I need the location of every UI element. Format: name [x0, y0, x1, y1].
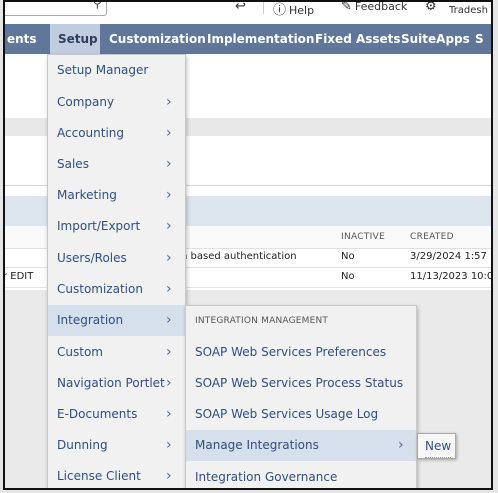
table-cell-name[interactable]: n based authentication: [181, 251, 297, 262]
menu-item-soap-preferences[interactable]: SOAP Web Services Preferences: [186, 337, 416, 368]
table-cell-inactive: No: [341, 271, 355, 282]
menu-item-label: Setup Manager: [57, 63, 149, 77]
global-search-input[interactable]: ⚲: [5, 0, 107, 16]
account-switcher[interactable]: ⚙: [425, 0, 440, 14]
menu-item-label: Accounting: [57, 126, 125, 140]
chevron-right-icon: ›: [166, 218, 172, 234]
menu-item-new[interactable]: New: [417, 433, 456, 459]
menu-item-license-client[interactable]: License Client ›: [48, 461, 185, 488]
nav-item-implementation[interactable]: Implementation: [199, 24, 322, 54]
menu-item-customization[interactable]: Customization ›: [48, 274, 185, 305]
keyboard-shortcut-hint: [425, 454, 451, 458]
menu-item-label: E-Documents: [57, 407, 138, 421]
nav-item-documents[interactable]: ents: [5, 24, 45, 54]
menu-item-label: Marketing: [57, 188, 117, 202]
account-name: Tradesh: [449, 5, 488, 16]
menu-item-label: Navigation Portlet: [57, 376, 165, 390]
nav-item-more[interactable]: S: [467, 24, 491, 54]
menu-item-label: Dunning: [57, 438, 108, 452]
help-icon: ⓘ: [273, 3, 287, 18]
chevron-right-icon: ›: [166, 156, 172, 172]
menu-item-manage-integrations[interactable]: Manage Integrations ›: [186, 430, 416, 461]
feedback-link[interactable]: ✎ Feedback: [341, 0, 408, 14]
submenu-section-header: INTEGRATION MANAGEMENT: [195, 316, 329, 326]
menu-item-label: License Client: [57, 469, 141, 483]
menu-item-navigation-portlet[interactable]: Navigation Portlet ›: [48, 368, 185, 399]
menu-item-company[interactable]: Company ›: [48, 87, 185, 118]
feedback-label: Feedback: [354, 0, 408, 13]
chevron-right-icon: ›: [166, 125, 172, 141]
chevron-right-icon: ›: [398, 437, 404, 453]
nav-item-setup[interactable]: Setup: [50, 24, 100, 54]
nav-item-suiteapps[interactable]: SuiteApps: [393, 24, 478, 54]
menu-item-e-documents[interactable]: E-Documents ›: [48, 399, 185, 430]
chevron-right-icon: ›: [166, 375, 172, 391]
chevron-right-icon: ›: [166, 406, 172, 422]
feedback-icon: ✎: [341, 0, 352, 14]
chevron-right-icon: ›: [166, 344, 172, 360]
integration-submenu: INTEGRATION MANAGEMENT SOAP Web Services…: [185, 305, 417, 488]
setup-menu: Setup Manager Company › Accounting › Sales…: [47, 54, 186, 488]
menu-item-integration-governance[interactable]: Integration Governance: [186, 462, 416, 488]
menu-item-label: SOAP Web Services Usage Log: [195, 407, 379, 421]
menu-item-label: SOAP Web Services Preferences: [195, 345, 387, 359]
menu-item-label: Company: [57, 95, 115, 109]
menu-item-dunning[interactable]: Dunning ›: [48, 430, 185, 461]
chevron-right-icon: ›: [166, 187, 172, 203]
help-link[interactable]: ⓘ Help: [273, 2, 315, 18]
menu-item-label: Sales: [57, 157, 89, 171]
menu-item-custom[interactable]: Custom ›: [48, 337, 185, 368]
menu-item-label: SOAP Web Services Process Status: [195, 376, 404, 390]
menu-item-label: Custom: [57, 345, 103, 359]
divider: [263, 2, 264, 14]
table-cell-created: 11/13/2023 10:0: [410, 271, 493, 282]
menu-item-sales[interactable]: Sales ›: [48, 149, 185, 180]
menu-item-label: New: [425, 439, 452, 453]
menu-item-soap-usage-log[interactable]: SOAP Web Services Usage Log: [186, 399, 416, 430]
main-nav: ents Setup Customization Implementation …: [5, 24, 491, 54]
search-icon: ⚲: [92, 0, 102, 11]
table-cell-name[interactable]: r EDIT: [5, 271, 33, 282]
account-icon: ⚙: [425, 0, 437, 14]
chevron-right-icon: ›: [166, 281, 172, 297]
help-label: Help: [289, 4, 315, 17]
recent-records-icon[interactable]: ↩: [235, 2, 249, 14]
chevron-right-icon: ›: [166, 312, 172, 328]
menu-item-import-export[interactable]: Import/Export ›: [48, 211, 185, 242]
menu-item-soap-process-status[interactable]: SOAP Web Services Process Status: [186, 368, 416, 399]
utility-bar: ⚲ ↩ ⓘ Help ✎ Feedback ⚙ Tradesh: [5, 2, 491, 24]
table-cell-inactive: No: [341, 251, 355, 262]
menu-item-label: Integration: [57, 313, 124, 327]
menu-item-setup-manager[interactable]: Setup Manager: [48, 55, 185, 86]
chevron-right-icon: ›: [166, 468, 172, 484]
menu-item-label: Import/Export: [57, 219, 141, 233]
chevron-right-icon: ›: [166, 437, 172, 453]
nav-item-customization[interactable]: Customization: [101, 24, 214, 54]
menu-item-label: Users/Roles: [57, 251, 127, 265]
table-cell-created: 3/29/2024 1:57: [410, 251, 487, 262]
chevron-right-icon: ›: [166, 94, 172, 110]
menu-item-marketing[interactable]: Marketing ›: [48, 180, 185, 211]
menu-item-label: Manage Integrations: [195, 438, 319, 452]
menu-item-label: Integration Governance: [195, 470, 338, 484]
menu-item-integration[interactable]: Integration ›: [48, 305, 185, 336]
column-header-inactive[interactable]: INACTIVE: [341, 232, 385, 242]
menu-item-users-roles[interactable]: Users/Roles ›: [48, 243, 185, 274]
menu-item-label: Customization: [57, 282, 143, 296]
chevron-right-icon: ›: [166, 250, 172, 266]
column-header-created[interactable]: CREATED: [410, 232, 454, 242]
menu-item-accounting[interactable]: Accounting ›: [48, 118, 185, 149]
app-window: ⚲ ↩ ⓘ Help ✎ Feedback ⚙ Tradesh ents Setup…: [3, 0, 493, 490]
